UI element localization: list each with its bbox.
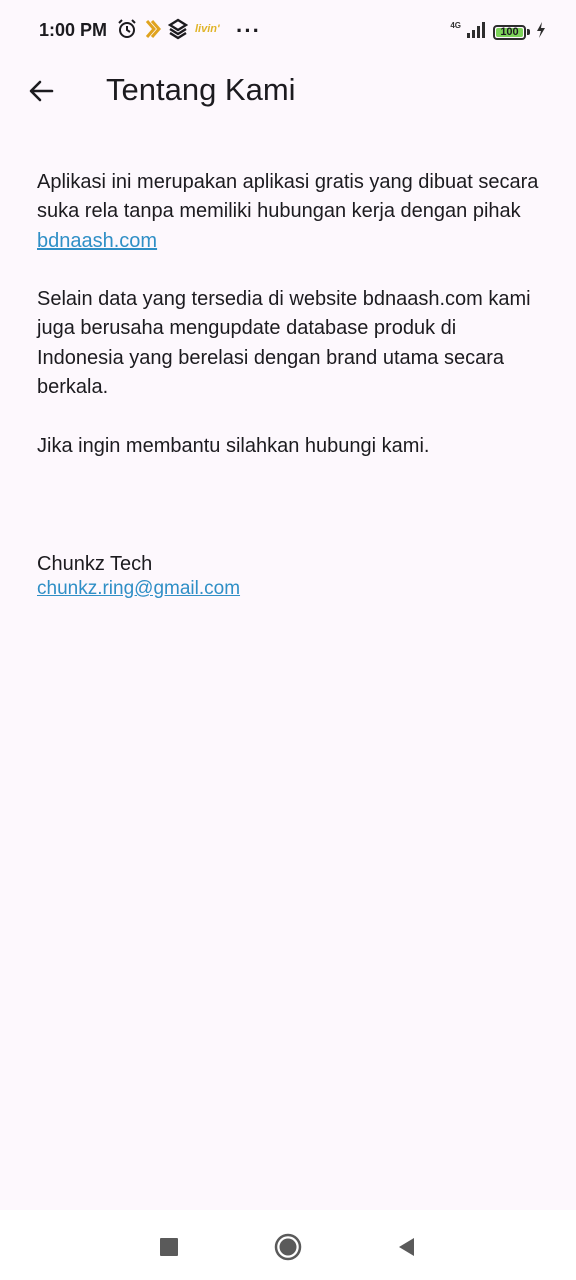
- more-notifications-icon: ···: [236, 18, 261, 43]
- status-time: 1:00 PM: [39, 20, 108, 40]
- app-notification-icon: livin': [194, 18, 224, 45]
- home-button[interactable]: [273, 1232, 303, 1262]
- website-link[interactable]: bdnaash.com: [37, 230, 157, 252]
- contact-email-link[interactable]: chunkz.ring@gmail.com: [37, 577, 240, 601]
- svg-text:livin': livin': [195, 23, 220, 35]
- recents-square-icon: [160, 1238, 178, 1256]
- battery-level-text: 100: [500, 25, 519, 38]
- back-triangle-icon: [399, 1238, 414, 1256]
- page-title: Tentang Kami: [106, 72, 296, 107]
- system-nav-bar: [0, 1210, 576, 1280]
- battery-icon: 100: [493, 24, 530, 40]
- about-content: Aplikasi ini merupakan aplikasi gratis y…: [37, 168, 547, 490]
- app-bar: Tentang Kami: [0, 62, 576, 118]
- about-paragraph-3: Jika ingin membantu silahkan hubungi kam…: [37, 434, 430, 457]
- status-notification-icons: livin' ···: [116, 18, 261, 45]
- about-paragraph-2: Selain data yang tersedia di website bdn…: [37, 288, 531, 399]
- app-notification-icon: [144, 18, 162, 45]
- about-paragraph-1-text: Aplikasi ini merupakan aplikasi gratis y…: [37, 171, 539, 223]
- recents-button[interactable]: [154, 1232, 184, 1262]
- signal-icon: [467, 21, 487, 43]
- network-type-label: 4G: [450, 21, 461, 30]
- home-circle-icon: [274, 1233, 302, 1261]
- charging-icon: [536, 21, 546, 43]
- nav-back-button[interactable]: [391, 1232, 421, 1262]
- contact-name: Chunkz Tech: [37, 553, 153, 575]
- status-system-icons: 4G 100: [450, 20, 546, 44]
- about-paragraph-1: Aplikasi ini merupakan aplikasi gratis y…: [37, 168, 547, 256]
- app-notification-icon: [167, 18, 189, 45]
- alarm-icon: [116, 18, 138, 45]
- arrow-back-icon: [29, 80, 54, 102]
- contact-block: Chunkz Tech chunkz.ring@gmail.com: [37, 551, 240, 601]
- back-button[interactable]: [22, 72, 60, 110]
- status-bar: 1:00 PM livin' ··· 4G 100: [0, 0, 576, 62]
